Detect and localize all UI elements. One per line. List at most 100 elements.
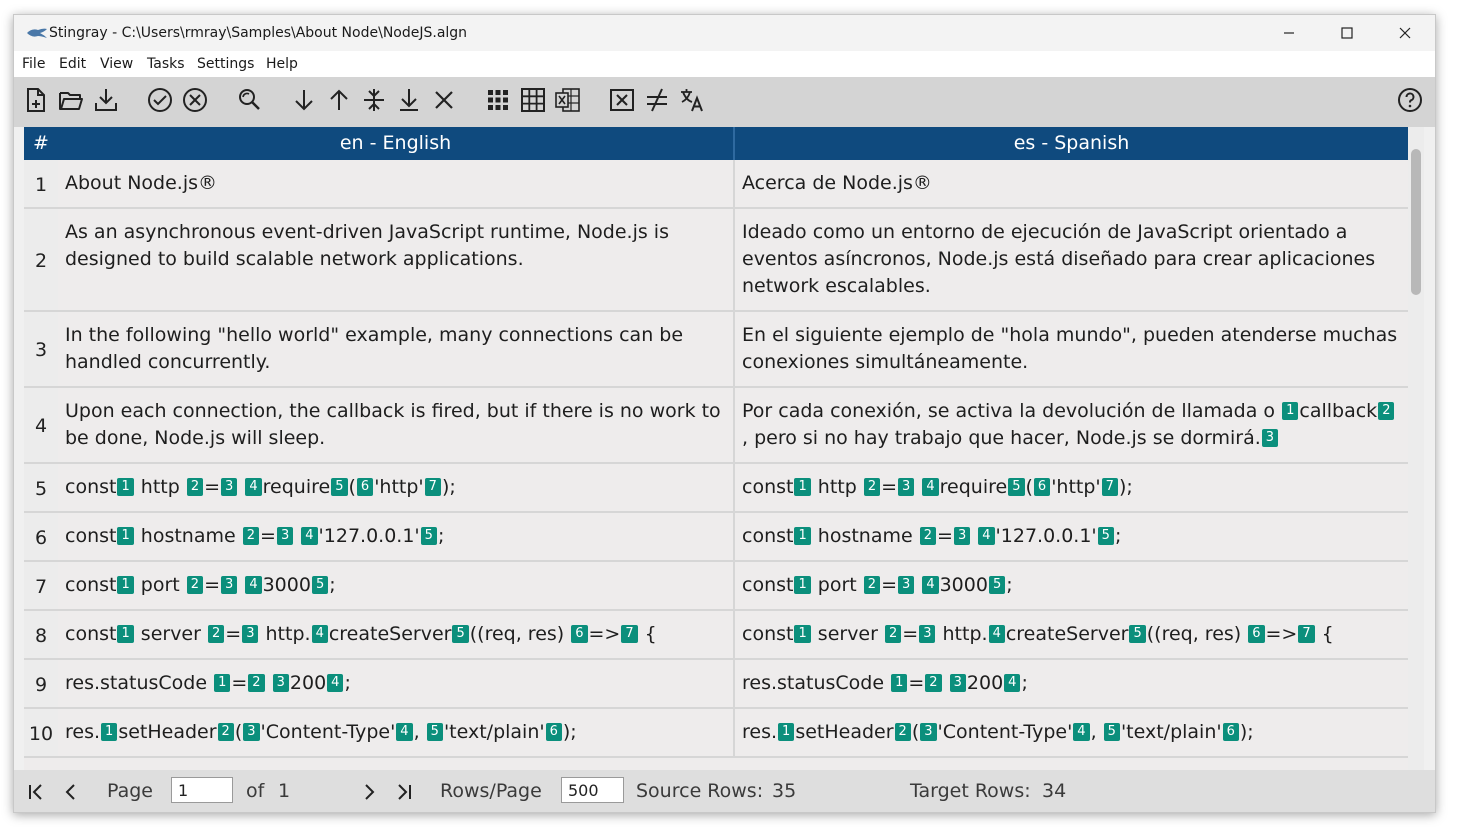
table-row[interactable]: 3 In the following "hello world" example,…	[24, 312, 1408, 388]
segment-text: '127.0.0.1'	[995, 525, 1097, 547]
source-cell[interactable]: As an asynchronous event-driven JavaScri…	[58, 209, 733, 312]
previous-page-button[interactable]	[59, 780, 83, 804]
header-target-language[interactable]: es - Spanish	[735, 127, 1408, 160]
close-icon	[1399, 27, 1411, 39]
translate-button[interactable]	[677, 85, 707, 115]
segment-text: const	[65, 623, 117, 645]
inline-tag-badge: 7	[424, 478, 441, 496]
target-rows-value: 34	[1042, 780, 1067, 802]
reject-button[interactable]	[180, 85, 210, 115]
segment-text: res.statusCode	[742, 672, 891, 694]
minimize-button[interactable]	[1260, 15, 1318, 51]
target-cell[interactable]: Ideado como un entorno de ejecución de J…	[735, 209, 1408, 312]
inline-tag-badge: 4	[245, 576, 262, 594]
save-button[interactable]	[91, 85, 121, 115]
target-cell[interactable]: Acerca de Node.js®	[735, 160, 1408, 209]
source-cell[interactable]: About Node.js®	[58, 160, 733, 209]
row-number: 4	[24, 388, 58, 464]
export-excel-button[interactable]	[553, 85, 583, 115]
column-divider	[733, 562, 735, 611]
open-folder-button[interactable]	[56, 85, 86, 115]
segment-text: Por cada conexión, se activa la devoluci…	[742, 400, 1282, 422]
inline-tag-badge: 5	[331, 478, 348, 496]
target-cell[interactable]: const 1 server 2 = 3 http. 4 createServer 5 ((r…	[735, 611, 1408, 660]
confirm-button[interactable]	[145, 85, 175, 115]
menu-help[interactable]: Help	[266, 56, 298, 72]
header-row-number[interactable]: #	[24, 127, 58, 160]
target-cell[interactable]: const 1 port 2 = 3 4 3000 5;	[735, 562, 1408, 611]
table-row[interactable]: 9 res.statusCode 1 = 2 3 200 4; res.statusCode…	[24, 660, 1408, 709]
inline-tag-badge: 3	[242, 625, 259, 643]
target-cell[interactable]: res. 1 setHeader 2(3 'Content-Type' 4, 5'text…	[735, 709, 1408, 758]
source-cell[interactable]: const 1 hostname 2 = 3 4'127.0.0.1' 5;	[58, 513, 733, 562]
header-source-language[interactable]: en - English	[58, 127, 733, 160]
segment-text: createServer	[1005, 623, 1129, 645]
row-number: 8	[24, 611, 58, 660]
inline-tag-badge: 2	[919, 527, 937, 545]
table-row[interactable]: 8 const 1 server 2 = 3 http. 4 createServer 5((…	[24, 611, 1408, 660]
inline-tag-badge: 3	[949, 674, 966, 692]
find-replace-button[interactable]	[234, 85, 264, 115]
first-page-button[interactable]	[24, 780, 48, 804]
table-row[interactable]: 4 Upon each connection, the callback is f…	[24, 388, 1408, 464]
target-cell[interactable]: res.statusCode 1 = 2 3 200 4;	[735, 660, 1408, 709]
source-rows-value: 35	[772, 780, 797, 802]
inline-tag-badge: 4	[1073, 723, 1090, 741]
move-down-button[interactable]	[289, 85, 319, 115]
inline-tag-badge: 2	[863, 478, 881, 496]
segment-text: const	[65, 476, 117, 498]
menu-settings[interactable]: Settings	[197, 56, 254, 72]
inline-tag-badge: 4	[327, 674, 344, 692]
source-cell[interactable]: res. 1 setHeader 2(3 'Content-Type' 4, 5'text…	[58, 709, 733, 758]
target-cell[interactable]: Por cada conexión, se activa la devoluci…	[735, 388, 1408, 464]
move-up-button[interactable]	[324, 85, 354, 115]
source-cell[interactable]: const 1 http 2 = 3 4 require 5(6'http' 7);	[58, 464, 733, 513]
help-button[interactable]	[1395, 85, 1425, 115]
source-cell[interactable]: const 1 server 2 = 3 http. 4 createServer 5 ((r…	[58, 611, 733, 660]
segment-text: require	[262, 476, 331, 498]
delete-button[interactable]	[429, 85, 459, 115]
segment-text: 'text/plain'	[1120, 721, 1222, 743]
page-number-input[interactable]	[171, 777, 233, 803]
segment-text: ((req, res)	[1146, 623, 1248, 645]
segment-text: setHeader	[118, 721, 217, 743]
source-cell[interactable]: const 1 port 2 = 3 4 3000 5;	[58, 562, 733, 611]
target-cell[interactable]: En el siguiente ejemplo de "hola mundo",…	[735, 312, 1408, 388]
close-button[interactable]	[1376, 15, 1434, 51]
table-row[interactable]: 1 About Node.js® Acerca de Node.js®	[24, 160, 1408, 209]
source-cell[interactable]: res.statusCode 1 = 2 3 200 4;	[58, 660, 733, 709]
segment-text: const	[742, 623, 794, 645]
maximize-button[interactable]	[1318, 15, 1376, 51]
menu-edit[interactable]: Edit	[59, 56, 86, 72]
next-page-button[interactable]	[357, 780, 381, 804]
new-file-button[interactable]	[21, 85, 51, 115]
clear-box-button[interactable]	[607, 85, 637, 115]
column-divider	[733, 660, 735, 709]
inline-tag-badge: 2	[242, 527, 260, 545]
table-row[interactable]: 6 const 1 hostname 2 = 3 4'127.0.0.1' 5; const…	[24, 513, 1408, 562]
last-page-button[interactable]	[392, 780, 416, 804]
table-row[interactable]: 5 const 1 http 2 = 3 4 require 5(6'http' 7); con…	[24, 464, 1408, 513]
target-cell[interactable]: const 1 hostname 2 = 3 4'127.0.0.1' 5;	[735, 513, 1408, 562]
table-view-button[interactable]	[518, 85, 548, 115]
menu-view[interactable]: View	[100, 56, 133, 72]
table-row[interactable]: 10 res. 1 setHeader 2(3 'Content-Type' 4, 5'te…	[24, 709, 1408, 758]
menu-tasks[interactable]: Tasks	[147, 56, 185, 72]
not-equal-button[interactable]	[642, 85, 672, 115]
delete-x-icon	[435, 91, 453, 109]
move-to-bottom-button[interactable]	[394, 85, 424, 115]
split-button[interactable]	[359, 85, 389, 115]
inline-tag-badge: 5	[452, 625, 469, 643]
source-cell[interactable]: In the following "hello world" example, …	[58, 312, 733, 388]
segment-text: =	[225, 623, 242, 645]
rows-per-page-input[interactable]	[561, 777, 624, 803]
vertical-scrollbar[interactable]	[1408, 127, 1424, 770]
menu-file[interactable]: File	[22, 56, 45, 72]
table-row[interactable]: 7 const 1 port 2 = 3 4 3000 5; const 1 port 2 = 3 …	[24, 562, 1408, 611]
grid-view-button[interactable]	[483, 85, 513, 115]
segment-text: =	[204, 476, 221, 498]
scrollbar-thumb[interactable]	[1411, 149, 1421, 295]
source-cell[interactable]: Upon each connection, the callback is fi…	[58, 388, 733, 464]
table-row[interactable]: 2 As an asynchronous event-driven JavaScr…	[24, 209, 1408, 312]
target-cell[interactable]: const 1 http 2 = 3 4 require 5(6'http' 7);	[735, 464, 1408, 513]
